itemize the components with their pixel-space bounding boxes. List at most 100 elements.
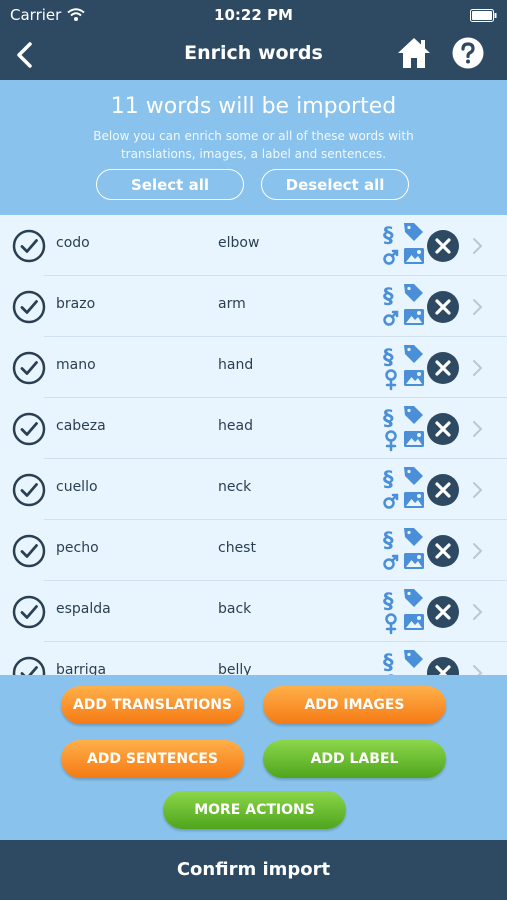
add-label-button[interactable]: ADD LABEL — [263, 740, 446, 778]
sentence-section-icon: § — [383, 589, 394, 613]
carrier-indicator: Carrier — [10, 6, 85, 24]
image-icon — [404, 309, 424, 325]
word-row[interactable]: espalda back § — [0, 581, 507, 642]
image-icon — [404, 431, 424, 447]
label-tag-icon — [404, 284, 423, 302]
translation-text: back — [218, 601, 252, 617]
sentence-section-icon: § — [383, 223, 394, 247]
word-text: mano — [56, 357, 96, 373]
remove-x-icon[interactable] — [426, 473, 460, 507]
help-icon[interactable] — [451, 36, 485, 70]
translation-text: neck — [218, 479, 252, 495]
remove-x-icon[interactable] — [426, 412, 460, 446]
add-translations-button[interactable]: ADD TRANSLATIONS — [61, 686, 244, 724]
translation-text: arm — [218, 296, 246, 312]
female-gender-icon — [385, 613, 397, 635]
chevron-right-icon[interactable] — [470, 662, 484, 675]
bulk-actions-panel: ADD TRANSLATIONS ADD IMAGES ADD SENTENCE… — [0, 675, 507, 840]
word-row[interactable]: barriga belly § — [0, 642, 507, 675]
translation-text: chest — [218, 540, 256, 556]
add-images-button[interactable]: ADD IMAGES — [263, 686, 446, 724]
checkmark-circle-icon[interactable] — [12, 656, 46, 675]
image-icon — [404, 492, 424, 508]
import-description: Below you can enrich some or all of thes… — [93, 129, 414, 161]
male-gender-icon — [383, 493, 399, 509]
word-row[interactable]: cuello neck § — [0, 459, 507, 520]
sentence-section-icon: § — [383, 345, 394, 369]
nav-bar: Enrich words — [0, 30, 507, 80]
enrichment-icons: § — [383, 345, 424, 391]
label-tag-icon — [404, 345, 423, 363]
translation-text: belly — [218, 662, 252, 675]
word-row[interactable]: codo elbow § — [0, 215, 507, 276]
remove-x-icon[interactable] — [426, 656, 460, 675]
translation-text: elbow — [218, 235, 260, 251]
male-gender-icon — [383, 554, 399, 570]
male-gender-icon — [383, 249, 399, 265]
image-icon — [404, 614, 424, 630]
import-count-text: 11 words will be imported — [110, 94, 397, 119]
image-icon — [404, 553, 424, 569]
word-text: barriga — [56, 662, 107, 675]
confirm-import-button[interactable]: Confirm import — [0, 840, 507, 900]
remove-x-icon[interactable] — [426, 595, 460, 629]
enrichment-icons: § — [383, 467, 424, 509]
enrichment-icons: § — [383, 589, 424, 635]
deselect-all-button[interactable]: Deselect all — [261, 169, 409, 200]
remove-x-icon[interactable] — [426, 351, 460, 385]
word-text: codo — [56, 235, 90, 251]
word-row[interactable]: mano hand § — [0, 337, 507, 398]
sentence-section-icon: § — [383, 284, 394, 308]
word-row[interactable]: pecho chest § — [0, 520, 507, 581]
word-text: espalda — [56, 601, 111, 617]
checkmark-circle-icon[interactable] — [12, 473, 46, 507]
remove-x-icon[interactable] — [426, 290, 460, 324]
checkmark-circle-icon[interactable] — [12, 412, 46, 446]
checkmark-circle-icon[interactable] — [12, 595, 46, 629]
chevron-right-icon[interactable] — [470, 418, 484, 440]
word-row[interactable]: cabeza head § — [0, 398, 507, 459]
checkmark-circle-icon[interactable] — [12, 351, 46, 385]
label-tag-icon — [404, 650, 423, 668]
back-chevron-icon[interactable] — [12, 38, 42, 72]
word-text: cabeza — [56, 418, 106, 434]
translation-text: hand — [218, 357, 254, 373]
sentence-section-icon: § — [383, 467, 394, 491]
word-text: pecho — [56, 540, 99, 556]
remove-x-icon[interactable] — [426, 229, 460, 263]
remove-x-icon[interactable] — [426, 534, 460, 568]
add-sentences-button[interactable]: ADD SENTENCES — [61, 740, 244, 778]
label-tag-icon — [404, 589, 423, 607]
select-all-button[interactable]: Select all — [96, 169, 244, 200]
enrichment-icons: § — [383, 223, 424, 265]
word-text: cuello — [56, 479, 98, 495]
chevron-right-icon[interactable] — [470, 540, 484, 562]
home-icon[interactable] — [396, 36, 432, 70]
label-tag-icon — [404, 528, 423, 546]
sentence-section-icon: § — [383, 528, 394, 552]
enrichment-icons: § — [383, 528, 424, 570]
image-icon — [404, 370, 424, 386]
word-text: brazo — [56, 296, 96, 312]
label-tag-icon — [404, 223, 423, 241]
battery-icon — [470, 8, 497, 22]
enrichment-icons: § — [383, 650, 423, 675]
checkmark-circle-icon[interactable] — [12, 229, 46, 263]
chevron-right-icon[interactable] — [470, 296, 484, 318]
checkmark-circle-icon[interactable] — [12, 534, 46, 568]
word-list: codo elbow § brazo arm § mano hand § cab… — [0, 215, 507, 675]
word-row[interactable]: brazo arm § — [0, 276, 507, 337]
carrier-label: Carrier — [10, 6, 62, 24]
enrichment-icons: § — [383, 284, 424, 326]
more-actions-button[interactable]: MORE ACTIONS — [163, 791, 346, 829]
sentence-section-icon: § — [383, 406, 394, 430]
chevron-right-icon[interactable] — [470, 601, 484, 623]
female-gender-icon — [385, 430, 397, 452]
import-summary-header: 11 words will be imported Below you can … — [0, 80, 507, 215]
wifi-icon — [67, 8, 85, 21]
translation-text: head — [218, 418, 253, 434]
checkmark-circle-icon[interactable] — [12, 290, 46, 324]
chevron-right-icon[interactable] — [470, 235, 484, 257]
chevron-right-icon[interactable] — [470, 479, 484, 501]
chevron-right-icon[interactable] — [470, 357, 484, 379]
